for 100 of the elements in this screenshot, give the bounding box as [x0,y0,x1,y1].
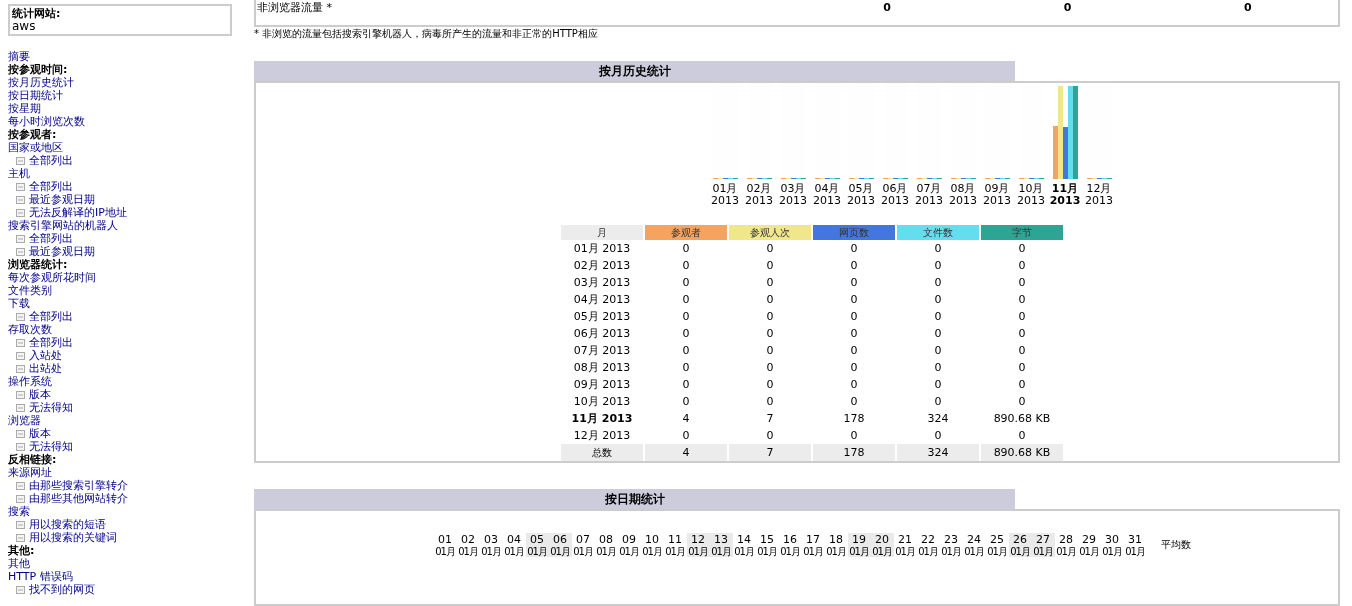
submenu-link[interactable]: 全部列出 [29,336,73,349]
table-cell-text: 08月 2013 [572,359,632,376]
month-label: 01月 [618,545,640,557]
submenu-link[interactable]: 出站处 [29,362,62,375]
day-label: 26 [1008,532,1032,546]
submenu-link[interactable]: 入站处 [29,349,62,362]
submenu-link[interactable]: 全部列出 [29,232,73,245]
month-label: 01月 [434,545,456,557]
site-name: aws [12,20,37,33]
day-label: 23 [943,532,959,546]
day-label: 17 [805,532,821,546]
table-cell-text: 0 [765,274,775,291]
list-item-icon [16,481,25,490]
chart-label: 2013 [1017,194,1045,207]
menu-link[interactable]: 摘要 [8,50,30,63]
footnote: * 非浏览的流量包括搜索引擎机器人，病毒所产生的流量和非正常的HTTP相应 [254,27,599,40]
menu-link[interactable]: 按日期统计 [8,89,63,102]
submenu-link[interactable]: 无法得知 [29,440,73,453]
month-label: 01月 [572,545,594,557]
submenu-link[interactable]: 版本 [29,427,51,440]
submenu-link[interactable]: 无法得知 [29,401,73,414]
day-label: 14 [736,532,752,546]
table-cell-text: 0 [933,308,943,325]
submenu-link[interactable]: 由那些搜索引擎转介 [29,479,128,492]
table-cell-text: 0 [681,427,691,444]
list-item-icon [16,429,25,438]
list-item-icon [16,364,25,373]
table-cell-text: 0 [765,427,775,444]
day-label: 16 [782,532,798,546]
table-cell-text: 0 [1243,0,1253,16]
day-label: 30 [1104,532,1120,546]
table-cell-text: 0 [681,342,691,359]
menu-link[interactable]: 按月历史统计 [8,76,74,89]
menu-heading: 按参观者: [8,128,58,141]
menu-link[interactable]: 其他 [8,557,30,570]
chart-label: 06月 [882,182,908,195]
month-label: 01月 [1124,545,1146,557]
menu-link[interactable]: HTTP 错误码 [8,570,73,583]
submenu-link[interactable]: 最近参观日期 [29,193,95,206]
day-label: 06 [548,532,572,546]
submenu-link[interactable]: 找不到的网页 [29,583,95,596]
list-item-icon [16,494,25,503]
menu-link[interactable]: 按星期 [8,102,41,115]
month-label: 01月 [1101,545,1123,557]
menu-link[interactable]: 操作系统 [8,375,52,388]
list-item-icon [16,520,25,529]
table-cell-text: 0 [849,325,859,342]
table-cell-text: 0 [765,325,775,342]
day-label: 24 [966,532,982,546]
chart-label: 08月 [950,182,976,195]
table-cell-text: 0 [849,240,859,257]
table-cell-text: 04月 2013 [572,291,632,308]
submenu-link[interactable]: 全部列出 [29,154,73,167]
column-header: 月 [561,224,643,240]
submenu-link[interactable]: 版本 [29,388,51,401]
average-label: 平均数 [1160,537,1191,552]
table-cell-text: 01月 2013 [572,240,632,257]
menu-link[interactable]: 国家或地区 [8,141,63,154]
submenu-link[interactable]: 由那些其他网站转介 [29,492,128,505]
table-cell-text: 0 [933,342,943,359]
submenu-link[interactable]: 无法反解译的IP地址 [29,206,127,219]
day-label: 01 [437,532,453,546]
table-cell-text: 0 [681,325,691,342]
menu-link[interactable]: 主机 [8,167,30,180]
menu-link[interactable]: 下载 [8,297,30,310]
menu-heading: 反相链接: [8,453,58,466]
table-cell-text: 非浏览器流量 * [256,0,333,16]
menu-link[interactable]: 文件类别 [8,284,52,297]
table-cell-text: 890.68 KB [992,410,1052,427]
submenu-link[interactable]: 用以搜索的短语 [29,518,106,531]
table-cell-text: 0 [1017,291,1027,308]
table-cell-text: 0 [765,342,775,359]
submenu-link[interactable]: 最近参观日期 [29,245,95,258]
chart-label: 01月 [712,182,738,195]
table-cell-text: 324 [926,410,950,427]
chart-label: 04月 [814,182,840,195]
table-cell-text: 0 [765,240,775,257]
menu-link[interactable]: 浏览器 [8,414,41,427]
table-cell-text: 4 [681,410,691,427]
table-cell-text: 0 [933,376,943,393]
submenu-link[interactable]: 全部列出 [29,180,73,193]
submenu-link[interactable]: 用以搜索的关键词 [29,531,117,544]
table-cell-text: 05月 2013 [572,308,632,325]
table-cell-text: 0 [681,359,691,376]
chart-label: 02月 [746,182,772,195]
table-cell-text: 0 [681,274,691,291]
menu-link[interactable]: 每次参观所花时间 [8,271,96,284]
list-item-icon [16,247,25,256]
menu-link[interactable]: 存取次数 [8,323,52,336]
menu-link[interactable]: 来源网址 [8,466,52,479]
table-cell: 7 [729,443,811,461]
table-cell-text: 0 [849,291,859,308]
table-cell-text: 0 [933,257,943,274]
table-cell-text: 02月 2013 [572,257,632,274]
month-label: 01月 [733,545,755,557]
chart-label: 05月 [848,182,874,195]
menu-link[interactable]: 每小时浏览次数 [8,115,85,128]
menu-link[interactable]: 搜索 [8,505,30,518]
submenu-link[interactable]: 全部列出 [29,310,73,323]
menu-link[interactable]: 搜索引擎网站的机器人 [8,219,118,232]
